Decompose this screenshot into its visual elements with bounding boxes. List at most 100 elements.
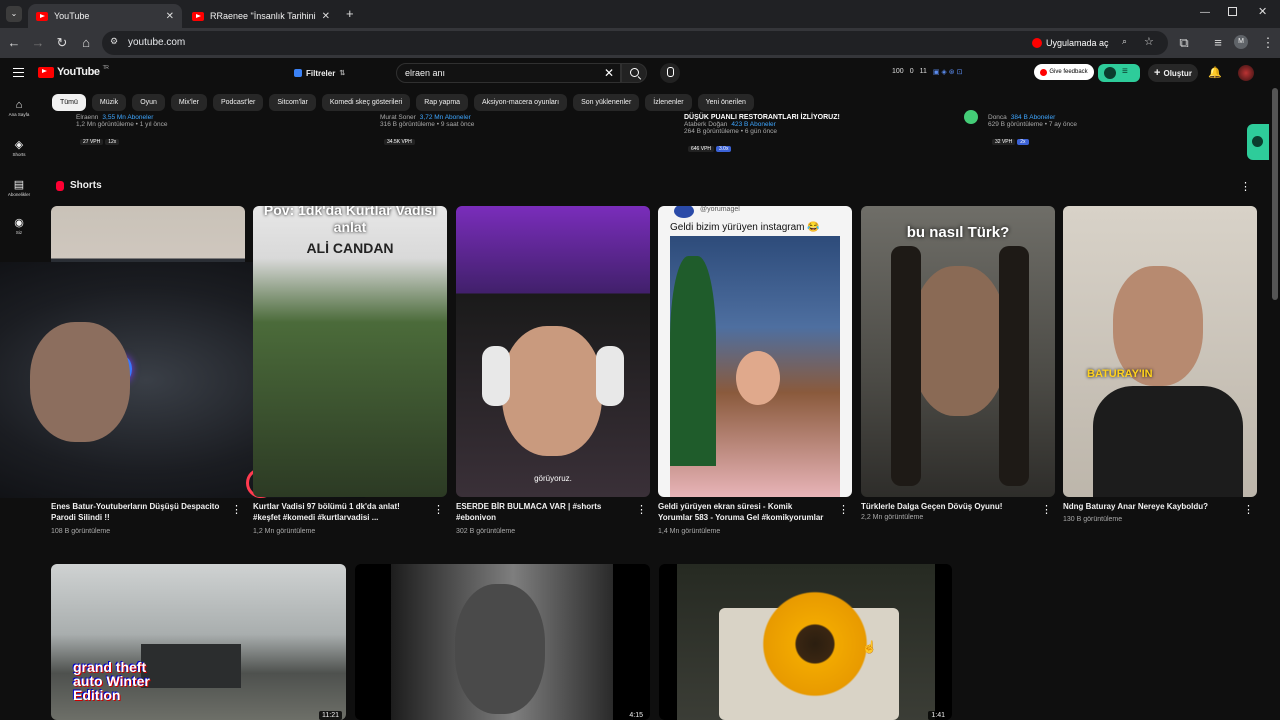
video-card[interactable]: Elraenn 3,55 Mn Aboneler 1,2 Mn görüntül… bbox=[52, 114, 332, 148]
face-shape bbox=[736, 351, 780, 405]
clear-search-icon[interactable]: ✕ bbox=[604, 66, 614, 80]
channel-name[interactable]: Ataberk Doğan bbox=[684, 121, 727, 128]
video-thumbnail[interactable]: 1:41 bbox=[659, 564, 952, 720]
close-window-button[interactable]: ✕ bbox=[1258, 5, 1267, 18]
create-button[interactable]: + Oluştur bbox=[1148, 64, 1198, 82]
restore-button[interactable] bbox=[1228, 7, 1237, 16]
short-title[interactable]: Geldi yürüyen ekran süresi - Komik Yorum… bbox=[658, 501, 828, 523]
extensions-icon[interactable]: ⧉ bbox=[1176, 35, 1192, 51]
short-more-icon[interactable]: ⋮ bbox=[231, 503, 242, 516]
chip-gaming[interactable]: Oyun bbox=[132, 94, 165, 111]
short-more-icon[interactable]: ⋮ bbox=[1243, 503, 1254, 516]
channel-avatar[interactable] bbox=[964, 110, 978, 124]
page-scrollbar[interactable] bbox=[1272, 88, 1278, 300]
short-title[interactable]: Türklerle Dalga Geçen Dövüş Oyunu! bbox=[861, 501, 1031, 512]
profile-avatar[interactable]: M bbox=[1234, 35, 1248, 49]
chip-sitcoms[interactable]: Sitcom'lar bbox=[269, 94, 316, 111]
sidebar-item-shorts[interactable]: ◈ Shorts bbox=[0, 138, 38, 157]
short-title[interactable]: Enes Batur-Youtuberların Düşüşü Despacit… bbox=[51, 501, 221, 523]
back-arrow-icon[interactable]: ← bbox=[6, 35, 22, 51]
stat-value: 11 bbox=[919, 68, 927, 75]
sidebar-item-you[interactable]: ◉ Siz bbox=[0, 216, 38, 235]
channel-name[interactable]: Murat Soner bbox=[380, 114, 416, 121]
home-icon[interactable]: ⌂ bbox=[78, 35, 94, 51]
forward-arrow-icon[interactable]: → bbox=[30, 35, 46, 51]
youtube-app-icon bbox=[1032, 38, 1042, 48]
video-card[interactable]: DÜŞÜK PUANLI RESTORANTLARI İZLİYORUZ! At… bbox=[660, 114, 950, 155]
minimize-button[interactable]: — bbox=[1200, 7, 1210, 18]
short-more-icon[interactable]: ⋮ bbox=[1041, 503, 1052, 516]
site-info-icon[interactable]: ⚙ bbox=[110, 36, 118, 47]
short-views: 130 B görüntüleme bbox=[1063, 516, 1123, 523]
chip-watched[interactable]: İzlenenler bbox=[645, 94, 692, 111]
short-thumbnail[interactable]: BATURAY'IN bbox=[1063, 206, 1257, 497]
search-icon bbox=[630, 68, 639, 77]
short-more-icon[interactable]: ⋮ bbox=[636, 503, 647, 516]
chip-all[interactable]: Tümü bbox=[52, 94, 86, 111]
chip-music[interactable]: Müzik bbox=[91, 94, 127, 111]
video-card[interactable]: Murat Soner 3,72 Mn Aboneler 316 B görün… bbox=[356, 114, 636, 148]
video-thumbnail[interactable]: grand theft auto Winter Edition 11:21 bbox=[51, 564, 346, 720]
youtube-logo-icon bbox=[38, 66, 54, 78]
chip-rap[interactable]: Rap yapma bbox=[416, 94, 469, 111]
headphones-shape bbox=[596, 346, 624, 406]
search-button[interactable] bbox=[621, 63, 647, 83]
reading-list-icon[interactable]: ≡ bbox=[1210, 35, 1226, 51]
short-thumbnail[interactable]: bu nasıl Türk? bbox=[861, 206, 1055, 497]
chip-mixes[interactable]: Mix'ler bbox=[170, 94, 207, 111]
subscriber-count: 423 B Aboneler bbox=[731, 121, 776, 128]
video-title[interactable]: DÜŞÜK PUANLI RESTORANTLARI İZLİYORUZ! bbox=[684, 114, 950, 121]
close-tab-icon[interactable]: ✕ bbox=[166, 11, 174, 22]
channel-name[interactable]: Donca bbox=[988, 114, 1007, 121]
sidebar-item-home[interactable]: ⌂ Ana Sayfa bbox=[0, 98, 38, 117]
video-duration: 1:41 bbox=[928, 711, 948, 720]
open-in-app-button[interactable]: Uygulamada aç bbox=[1032, 35, 1109, 51]
zoom-icon[interactable]: ⌕ bbox=[1122, 36, 1127, 47]
reload-icon[interactable]: ↻ bbox=[54, 35, 70, 51]
floating-extension-button[interactable] bbox=[1247, 124, 1269, 160]
video-thumbnail[interactable]: 4:15 bbox=[355, 564, 650, 720]
filters-button[interactable]: Filtreler ⇅ bbox=[294, 66, 345, 80]
chip-action-adventure[interactable]: Aksiyon-macera oyunları bbox=[474, 94, 568, 111]
extension-toggle-button[interactable]: ≡ bbox=[1098, 64, 1140, 82]
youtube-logo[interactable]: YouTube TR bbox=[38, 65, 109, 78]
search-input[interactable]: elraen anı ✕ bbox=[396, 63, 621, 83]
short-title[interactable]: ESERDE BİR BULMACA VAR | #shorts #eboniv… bbox=[456, 501, 626, 523]
tab-list-dropdown[interactable]: ⌄ bbox=[6, 6, 22, 22]
chip-new-to-you[interactable]: Yeni önerilen bbox=[697, 94, 754, 111]
chip-recently-uploaded[interactable]: Son yüklenenler bbox=[573, 94, 640, 111]
hamburger-menu-icon[interactable] bbox=[13, 68, 24, 77]
give-feedback-button[interactable]: Give feedback bbox=[1034, 64, 1094, 80]
extension-icons[interactable]: ▣ ◈ ⊛ ⊡ bbox=[933, 68, 963, 76]
tab-youtube[interactable]: YouTube ✕ bbox=[28, 4, 182, 28]
url-text[interactable]: youtube.com bbox=[128, 37, 185, 48]
subscriber-count: 384 B Aboneler bbox=[1010, 114, 1056, 121]
chip-podcasts[interactable]: Podcast'ler bbox=[212, 94, 264, 111]
short-thumbnail[interactable]: görüyoruz. bbox=[456, 206, 650, 497]
short-thumbnail[interactable]: Pov: 1dk'da Kurtlar Vadisi anlat ALİ CAN… bbox=[253, 206, 447, 497]
sidebar-item-label: Siz bbox=[15, 230, 23, 235]
short-thumbnail[interactable]: @yorumagel Geldi bizim yürüyen instagram… bbox=[658, 206, 852, 497]
short-more-icon[interactable]: ⋮ bbox=[838, 503, 849, 516]
chip-sketch-comedy[interactable]: Komedi skeç gösterileri bbox=[321, 94, 411, 111]
browser-toolbar: ← → ↻ ⌂ ⚙ youtube.com Uygulamada aç ⌕ ☆ … bbox=[0, 28, 1280, 58]
short-title[interactable]: Ndng Baturay Anar Nereye Kayboldu? bbox=[1063, 501, 1233, 512]
face-shape bbox=[30, 322, 130, 442]
notifications-bell-icon[interactable]: 🔔 bbox=[1208, 66, 1222, 79]
browser-menu-icon[interactable]: ⋮ bbox=[1260, 35, 1276, 51]
account-avatar[interactable] bbox=[1238, 65, 1254, 81]
bookmark-star-icon[interactable]: ☆ bbox=[1144, 35, 1154, 48]
omnibox[interactable]: ⚙ youtube.com Uygulamada aç ⌕ ☆ bbox=[102, 31, 1168, 55]
channel-name[interactable]: Elraenn bbox=[76, 114, 98, 121]
outlier-badge: 3.0x bbox=[716, 146, 732, 152]
voice-search-button[interactable] bbox=[660, 63, 680, 83]
short-caption: görüyoruz. bbox=[534, 474, 572, 483]
tab-raenee[interactable]: RRaenee "İnsanlık Tarihinin En ✕ bbox=[184, 4, 338, 28]
new-tab-button[interactable]: + bbox=[346, 6, 354, 21]
close-tab-icon[interactable]: ✕ bbox=[322, 11, 330, 22]
short-more-icon[interactable]: ⋮ bbox=[433, 503, 444, 516]
video-card[interactable]: Donca 384 B Aboneler 629 B görüntüleme •… bbox=[964, 110, 1244, 148]
sidebar-item-subscriptions[interactable]: ▤ Abonelikler bbox=[0, 178, 38, 197]
short-title[interactable]: Kurtlar Vadisi 97 bölümü 1 dk'da anlat! … bbox=[253, 501, 423, 523]
shelf-more-icon[interactable]: ⋮ bbox=[1240, 180, 1251, 193]
